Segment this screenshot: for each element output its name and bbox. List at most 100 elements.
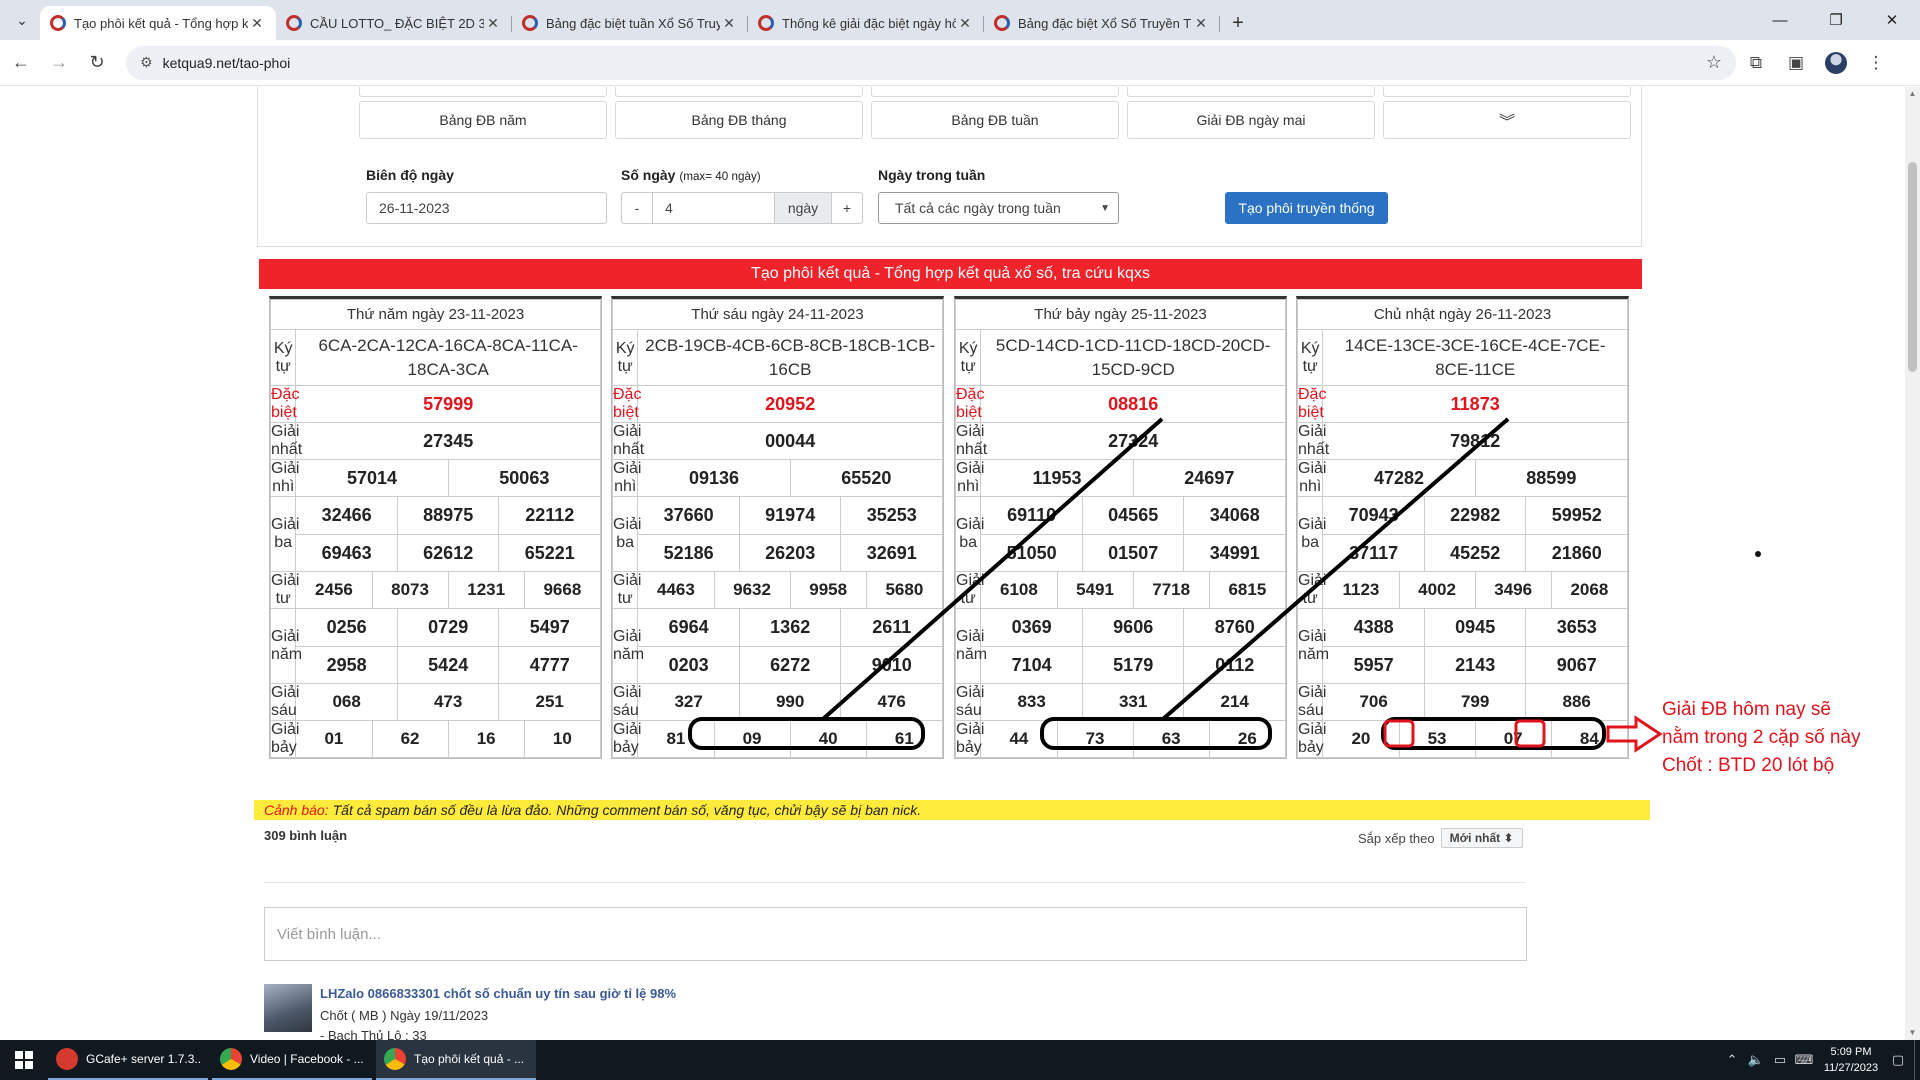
tab-thong-ke[interactable]: Thống kê giải đặc biệt ngày hô ✕ [748,6,984,40]
nav-button-hidden[interactable] [1383,87,1631,97]
avatar[interactable] [264,984,312,1032]
nav-button-hidden[interactable] [359,87,607,97]
divider [264,882,1526,883]
giai-db-ngay-mai-button[interactable]: Giải ĐB ngày mai [1127,101,1375,139]
prize-number: 476 [840,683,943,721]
site-favicon-icon [50,15,66,31]
scroll-down-icon[interactable]: ▼ [1905,1026,1920,1040]
bang-db-thang-button[interactable]: Bảng ĐB tháng [615,101,863,139]
prize-number: 88975 [396,497,499,534]
scroll-up-icon[interactable]: ▲ [1905,87,1920,101]
tab-tao-phoi[interactable]: Tạo phôi kết quả - Tổng hợp kết ✕ [40,6,276,40]
show-desktop-button[interactable] [1914,1040,1920,1080]
prize-label: Giải ba [269,496,299,572]
close-tab-icon[interactable]: ✕ [720,15,738,32]
prize-number: 5680 [865,571,944,609]
menu-kebab-icon[interactable]: ⋮ [1856,46,1896,80]
windows-start-icon[interactable] [0,1040,48,1080]
volume-icon[interactable]: 🔈 [1744,1052,1768,1068]
keyboard-icon[interactable]: ⌨ [1792,1052,1816,1068]
bien-do-label: Biên độ ngày [366,167,454,183]
so-ngay-stepper: - 4 ngày + [621,192,863,224]
comment-input[interactable]: Viết bình luận... [264,907,1527,961]
site-favicon-icon [286,15,302,31]
prize-number: 9010 [840,647,942,683]
close-tab-icon[interactable]: ✕ [248,15,266,32]
prize-number: 9668 [523,571,602,609]
clock[interactable]: 5:09 PM 11/27/2023 [1816,1044,1886,1076]
site-info-icon[interactable]: ⚙ [140,54,153,71]
prize-number: 44 [980,720,1058,758]
tab-bang-db-tuan[interactable]: Bảng đặc biệt tuần Xổ Số Truyề ✕ [512,6,748,40]
prize-number: 0945 [1423,609,1526,646]
close-tab-icon[interactable]: ✕ [956,15,974,32]
back-icon[interactable]: ← [4,46,38,80]
generate-button[interactable]: Tạo phôi truyền thống [1225,192,1388,224]
close-tab-icon[interactable]: ✕ [1192,15,1210,32]
network-icon[interactable]: ▭ [1768,1052,1792,1068]
reload-icon[interactable]: ↻ [80,46,114,80]
prize-label: Giải nhì [611,459,642,497]
close-tab-icon[interactable]: ✕ [484,15,502,32]
ngay-tuan-select[interactable]: Tất cả các ngày trong tuần ▼ [878,192,1119,224]
decrement-button[interactable]: - [622,193,652,223]
sort-control: Sắp xếp theo Mới nhất ⬍ [1358,828,1523,848]
prize-label: Giải nhất [1296,422,1330,460]
scroll-thumb[interactable] [1908,162,1917,372]
site-favicon-icon [522,15,538,31]
increment-button[interactable]: + [832,193,862,223]
prize-number: 2958 [326,654,367,675]
result-table: Chủ nhật ngày 26-11-2023 Ký tự 14CE-13CE-… [1296,296,1629,759]
page-scrollbar[interactable]: ▲ ▼ [1905,87,1920,1040]
annotation-text: Giải ĐB hôm nay sẽ nằm trong 2 cặp số nà… [1662,699,1861,776]
prize-number: 51050 [1006,542,1057,563]
restore-icon[interactable]: ❐ [1808,0,1864,40]
address-bar[interactable]: ⚙ ketqua9.net/tao-phoi ☆ [126,45,1736,80]
tab-search-icon[interactable]: ⌄ [4,0,40,40]
ngay-tuan-label: Ngày trong tuần [878,167,986,183]
system-tray: ⌃ 🔈 ▭ ⌨ 5:09 PM 11/27/2023 ▢ [1720,1040,1920,1080]
tab-cau-lotto[interactable]: CẦU LOTTO_ ĐẶC BIỆT 2D 3D 4 ✕ [276,6,512,40]
prize-label: Giải nhì [1296,459,1327,497]
filter-panel: Bảng ĐB năm Bảng ĐB tháng Bảng ĐB tuần G… [257,87,1642,247]
nav-button-hidden[interactable] [871,87,1119,97]
taskbar-app-tao-phoi[interactable]: Tạo phôi kết quả - ... [376,1040,536,1080]
close-window-icon[interactable]: ✕ [1864,0,1920,40]
bookmark-star-icon[interactable]: ☆ [1706,52,1722,73]
prize-number: 1362 [738,609,841,646]
warning-bar: Cảnh báo: Tất cả spam bán số đều là lừa … [254,800,1650,820]
tab-bang-db-xs[interactable]: Bảng đặc biệt Xổ Số Truyền Thố ✕ [984,6,1220,40]
comment-text: Chốt ( MB ) Ngày 19/11/2023 [320,1008,489,1023]
prize-number: 8073 [371,571,449,609]
notification-icon[interactable]: ▢ [1886,1052,1910,1068]
nav-button-hidden[interactable] [615,87,863,97]
sort-select[interactable]: Mới nhất ⬍ [1440,828,1523,848]
nav-button-hidden[interactable] [1127,87,1375,97]
prize-number: 0256 [326,617,367,637]
side-panel-icon[interactable]: ▣ [1776,46,1816,80]
forward-icon[interactable]: → [42,46,76,80]
prize-label: Giải sáu [1296,683,1327,721]
taskbar-app-facebook[interactable]: Video | Facebook - ... [212,1040,372,1080]
prize-number: 27324 [980,422,1286,460]
new-tab-icon[interactable]: + [1220,6,1256,40]
gcafe-icon [56,1048,78,1070]
so-ngay-input[interactable]: 4 [652,193,775,223]
prize-label: Giải nhất [611,422,645,460]
profile-icon[interactable] [1816,46,1856,80]
chevron-up-icon[interactable]: ⌃ [1720,1052,1744,1068]
comment-author[interactable]: LHZalo 0866833301 chốt số chuẩn uy tín s… [320,986,676,1001]
special-prize: 08816 [980,385,1286,423]
prize-label: Giải năm [1296,608,1329,684]
prize-number: 6108 [980,571,1058,609]
extensions-icon[interactable]: ⧉ [1736,46,1776,80]
expand-more-button[interactable]: ︾ [1383,101,1631,139]
bang-db-tuan-button[interactable]: Bảng ĐB tuần [871,101,1119,139]
prize-number: 88599 [1474,459,1629,497]
bang-db-nam-button[interactable]: Bảng ĐB năm [359,101,607,139]
minimize-icon[interactable]: — [1752,0,1808,40]
bien-do-input[interactable]: 26-11-2023 [366,192,607,224]
prize-label: Giải ba [611,496,641,572]
prize-number: 70943 [1348,505,1399,525]
taskbar-app-gcafe[interactable]: GCafe+ server 1.7.3... [48,1040,208,1080]
